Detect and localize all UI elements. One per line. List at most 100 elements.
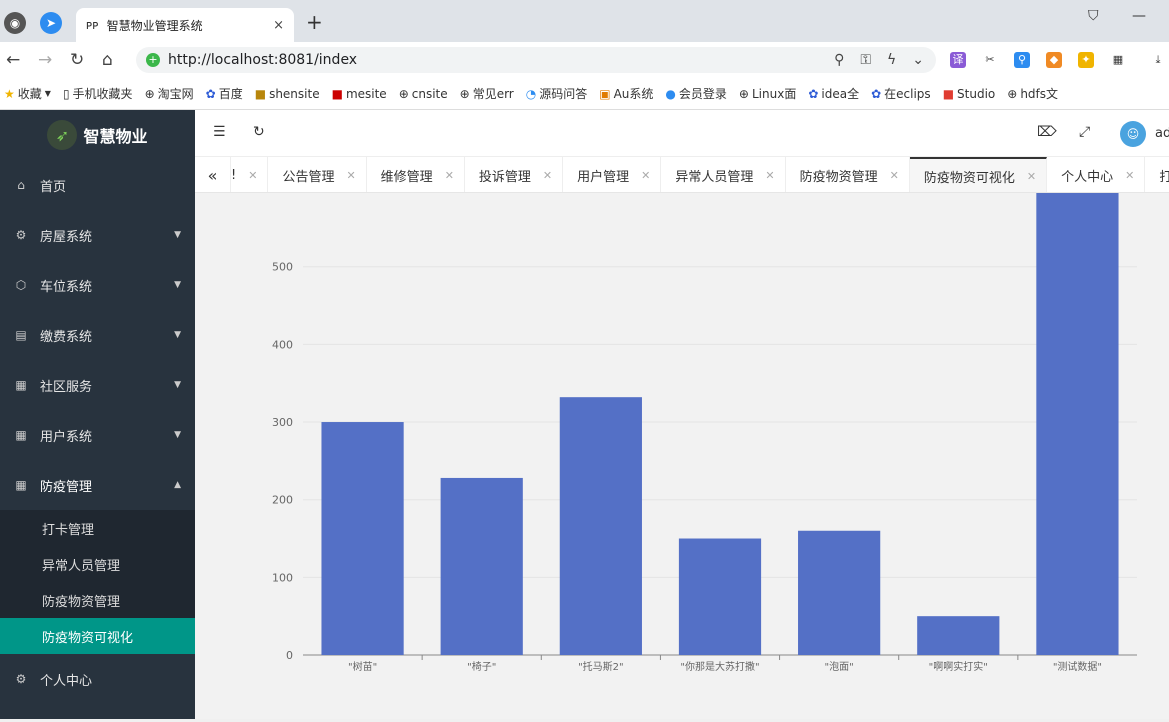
x-tick-label: "你那是大苏打撒" xyxy=(680,660,759,673)
tag-icon[interactable]: ⌦ xyxy=(1037,124,1057,140)
address-bar: ← → ↻ ⌂ + http://localhost:8081/index ⚲ … xyxy=(0,42,1169,78)
lightning-icon[interactable]: ϟ xyxy=(887,52,896,68)
close-icon[interactable]: ✕ xyxy=(1027,170,1036,183)
close-icon[interactable]: ✕ xyxy=(765,169,774,182)
globe-icon: ⊕ xyxy=(1007,86,1018,101)
globe-icon: ⊕ xyxy=(738,86,749,101)
sidebar-item-payment[interactable]: ▤ 缴费系统 ▼ xyxy=(0,310,195,360)
main-content: ☰ ↻ ⌦ ⤢ ☺ ad « ! ✕ 公告管理 ✕ 维修管理 ✕ 投诉管理 ✕ 用户管理 ✕ 异常… xyxy=(195,110,1169,719)
avatar[interactable]: ☺ xyxy=(1120,121,1146,147)
home-icon[interactable]: ⌂ xyxy=(102,50,113,70)
bookmark-item[interactable]: ★ 收藏 ▼ xyxy=(4,85,51,102)
bookmark-item[interactable]: ■ mesite xyxy=(332,87,387,101)
close-icon[interactable]: ✕ xyxy=(890,169,899,182)
x-tick-label: "托马斯2" xyxy=(578,660,624,673)
sidebar-item-parking[interactable]: ⬡ 车位系统 ▼ xyxy=(0,260,195,310)
url-field[interactable]: + http://localhost:8081/index ⚲ ⚿ ϟ ⌄ xyxy=(136,47,936,73)
sidebar-item-community[interactable]: ▦ 社区服务 ▼ xyxy=(0,360,195,410)
star-icon: ★ xyxy=(4,86,15,101)
bookmark-item[interactable]: ✿ idea全 xyxy=(808,85,859,102)
close-icon[interactable]: ✕ xyxy=(346,169,355,182)
sidebar-item-label: 个人中心 xyxy=(40,673,93,689)
tab-item[interactable]: 投诉管理 ✕ xyxy=(465,157,564,192)
bookmark-item[interactable]: ▯ 手机收藏夹 xyxy=(63,85,133,102)
bookmark-item[interactable]: ✿ 百度 xyxy=(206,85,243,102)
sidebar-item-epidemic[interactable]: ▦ 防疫管理 ▲ xyxy=(0,460,195,510)
close-icon[interactable]: ✕ xyxy=(248,169,257,182)
tab-item[interactable]: 防疫物资可视化 ✕ xyxy=(909,157,1048,192)
telegram-icon[interactable]: ➤ xyxy=(40,12,62,34)
site-icon: ■ xyxy=(254,86,267,101)
bookmark-item[interactable]: ◔ 源码问答 xyxy=(526,85,588,102)
bookmark-item[interactable]: ■ Studio xyxy=(943,87,996,101)
y-tick-label: 0 xyxy=(286,649,293,662)
bookmarks-bar: ★ 收藏 ▼ ▯ 手机收藏夹 ⊕ 淘宝网 ✿ 百度 ■ shensite ■ mesite ⊕… xyxy=(0,78,1169,110)
bookmark-item[interactable]: ⊕ Linux面 xyxy=(739,85,796,102)
reload-icon[interactable]: ↻ xyxy=(70,50,84,70)
submenu-item-checkin[interactable]: 打卡管理 xyxy=(0,510,195,546)
close-icon[interactable]: ✕ xyxy=(543,169,552,182)
translate-icon[interactable]: 译 xyxy=(950,52,966,68)
bookmark-item[interactable]: ⊕ hdfs文 xyxy=(1007,85,1058,102)
close-icon[interactable]: ✕ xyxy=(641,169,650,182)
sidebar-item-label: 社区服务 xyxy=(40,379,93,395)
url-text: http://localhost:8081/index xyxy=(168,52,358,68)
sidebar-item-label: 首页 xyxy=(40,179,67,195)
chevron-down-icon[interactable]: ⌄ xyxy=(912,52,924,68)
bookmark-item[interactable]: ⊕ cnsite xyxy=(399,87,448,101)
grid-icon: ▦ xyxy=(15,428,27,442)
shirt-icon[interactable]: ⛉ xyxy=(1088,8,1099,24)
sidebar-item-home[interactable]: ⌂ 首页 xyxy=(0,160,195,210)
user-name[interactable]: ad xyxy=(1155,126,1169,141)
tab-close-icon[interactable]: × xyxy=(273,18,284,33)
game-icon[interactable]: ◆ xyxy=(1046,52,1062,68)
key-icon[interactable]: ⚿ xyxy=(860,52,871,68)
tab-item[interactable]: 异常人员管理 ✕ xyxy=(661,157,786,192)
tab-partial[interactable]: ! ✕ xyxy=(231,157,269,192)
bar xyxy=(321,422,404,655)
browser-tab[interactable]: ᴘᴘ 智慧物业管理系统 × xyxy=(76,8,294,42)
bookmark-item[interactable]: ✿ 在eclips xyxy=(871,85,931,102)
close-icon[interactable]: ✕ xyxy=(1125,169,1134,182)
incognito-icon[interactable]: ◉ xyxy=(4,12,26,34)
bookmark-item[interactable]: ■ shensite xyxy=(255,87,320,101)
fullscreen-icon[interactable]: ⤢ xyxy=(1079,124,1090,140)
submenu-item-visualization[interactable]: 防疫物资可视化 xyxy=(0,618,195,654)
search-ext-icon[interactable]: ⚲ xyxy=(1014,52,1030,68)
forward-icon[interactable]: → xyxy=(38,50,52,70)
chevron-down-icon: ▼ xyxy=(174,330,181,340)
close-icon[interactable]: ✕ xyxy=(445,169,454,182)
bookmark-item[interactable]: ⊕ 淘宝网 xyxy=(145,85,194,102)
download-icon[interactable]: ⤓ xyxy=(1150,52,1166,68)
tab-item[interactable]: 防疫物资管理 ✕ xyxy=(786,157,910,192)
logo: ➶ 智慧物业 xyxy=(0,110,195,160)
bookmark-item[interactable]: ● 会员登录 xyxy=(665,85,727,102)
sidebar-item-users[interactable]: ▦ 用户系统 ▼ xyxy=(0,410,195,460)
apps-icon[interactable]: ▦ xyxy=(1110,52,1126,68)
site-icon: ▣ xyxy=(599,86,611,101)
sidebar-item-profile[interactable]: ⚙ 个人中心 xyxy=(0,654,195,704)
bar xyxy=(917,616,1000,655)
scissors-icon[interactable]: ✂ xyxy=(982,52,998,68)
minimize-icon[interactable]: — xyxy=(1132,8,1146,24)
back-icon[interactable]: ← xyxy=(6,50,20,70)
submenu-item-abnormal[interactable]: 异常人员管理 xyxy=(0,546,195,582)
bookmark-item[interactable]: ▣ Au系统 xyxy=(599,85,653,102)
tab-item[interactable]: 公告管理 ✕ xyxy=(268,157,367,192)
sidebar-item-house[interactable]: ⚙ 房屋系统 ▼ xyxy=(0,210,195,260)
tab-item[interactable]: 打卡管理✕ xyxy=(1145,157,1169,192)
shield-icon[interactable]: ✦ xyxy=(1078,52,1094,68)
tabs-prev-icon[interactable]: « xyxy=(195,157,231,192)
tab-item[interactable]: 个人中心 ✕ xyxy=(1047,157,1146,192)
new-tab-button[interactable]: + xyxy=(306,10,323,34)
x-tick-label: "泡面" xyxy=(825,660,854,673)
zoom-icon[interactable]: ⚲ xyxy=(834,52,844,68)
chevron-down-icon: ▼ xyxy=(174,380,181,390)
tab-item[interactable]: 用户管理 ✕ xyxy=(563,157,662,192)
submenu-item-supplies[interactable]: 防疫物资管理 xyxy=(0,582,195,618)
menu-toggle-icon[interactable]: ☰ xyxy=(213,124,226,140)
cube-icon: ⬡ xyxy=(15,278,27,292)
bookmark-item[interactable]: ⊕ 常见err xyxy=(460,85,514,102)
tab-item[interactable]: 维修管理 ✕ xyxy=(367,157,465,192)
refresh-icon[interactable]: ↻ xyxy=(253,124,265,140)
